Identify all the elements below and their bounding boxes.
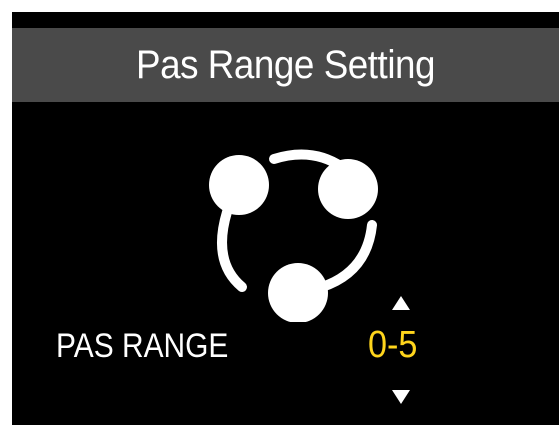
- device-frame: Pas Range Setting PAS RANGE 0-5: [0, 0, 559, 425]
- arrow-down-icon[interactable]: [392, 390, 410, 404]
- display-screen: Pas Range Setting PAS RANGE 0-5: [12, 12, 559, 425]
- pas-range-icon: [209, 149, 378, 322]
- title-bar: Pas Range Setting: [12, 28, 559, 102]
- pas-range-label: PAS RANGE: [56, 327, 229, 365]
- arrow-up-icon[interactable]: [392, 296, 410, 310]
- pas-range-value[interactable]: 0-5: [368, 324, 417, 367]
- page-title: Pas Range Setting: [135, 42, 436, 87]
